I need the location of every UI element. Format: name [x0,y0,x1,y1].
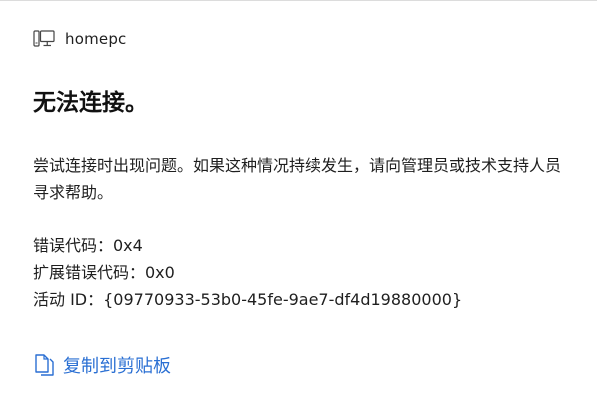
host-header: homepc [33,29,127,49]
error-panel: homepc 无法连接。 尝试连接时出现问题。如果这种情况持续发生，请向管理员或… [0,0,597,400]
computer-monitor-icon [33,29,55,49]
extended-error-code: 扩展错误代码：0x0 [33,263,175,282]
copy-to-clipboard-link[interactable]: 复制到剪贴板 [33,351,171,379]
error-message: 尝试连接时出现问题。如果这种情况持续发生，请向管理员或技术支持人员寻求帮助。 [33,156,562,202]
error-title: 无法连接。 [33,90,148,116]
host-name: homepc [65,30,127,48]
copy-icon[interactable] [33,351,57,379]
copy-to-clipboard-label[interactable]: 复制到剪贴板 [63,352,171,378]
error-details: 错误代码：0x4 扩展错误代码：0x0 活动 ID：{09770933-53b0… [33,232,462,313]
activity-id: 活动 ID：{09770933-53b0-45fe-9ae7-df4d19880… [33,290,463,309]
error-code: 错误代码：0x4 [33,236,143,255]
